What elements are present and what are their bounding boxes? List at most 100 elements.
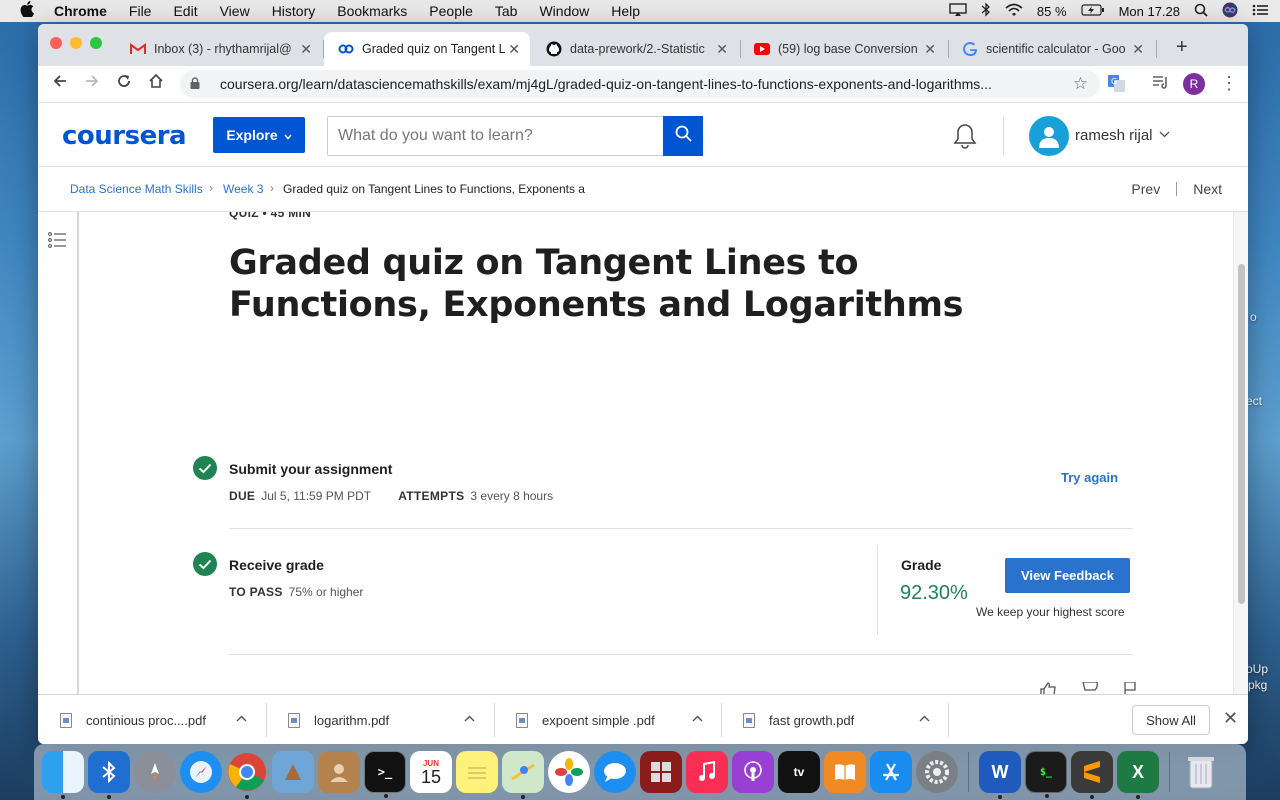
- airplay-icon[interactable]: [949, 2, 967, 20]
- bookmark-star-icon[interactable]: ☆: [1073, 74, 1088, 94]
- address-bar[interactable]: coursera.org/learn/datasciencemathskills…: [180, 70, 1100, 98]
- finder-icon[interactable]: [42, 751, 84, 799]
- menu-chrome[interactable]: Chrome: [54, 3, 107, 19]
- bluetooth-icon[interactable]: [981, 2, 991, 20]
- lock-icon[interactable]: [190, 76, 208, 92]
- maps-icon[interactable]: [502, 751, 544, 799]
- new-tab-icon[interactable]: +: [1176, 36, 1188, 59]
- close-tab-icon[interactable]: ✕: [508, 41, 520, 58]
- chrome-icon[interactable]: [226, 751, 268, 799]
- menubar-clock[interactable]: Mon 17.28: [1119, 4, 1180, 19]
- calendar-icon[interactable]: JUN 15: [410, 751, 452, 793]
- user-name[interactable]: ramesh rijal: [1075, 127, 1153, 144]
- breadcrumb-course[interactable]: Data Science Math Skills: [70, 182, 203, 196]
- tab-coursera[interactable]: Graded quiz on Tangent L ✕: [324, 32, 530, 66]
- home-icon[interactable]: [145, 73, 167, 94]
- close-tab-icon[interactable]: ✕: [300, 41, 312, 58]
- tab-gmail[interactable]: Inbox (3) - rhythamrijal@ ✕: [116, 32, 322, 66]
- zoom-window-button[interactable]: [90, 37, 102, 49]
- close-tab-icon[interactable]: ✕: [1132, 41, 1144, 58]
- download-item[interactable]: logarithm.pdf: [266, 695, 493, 744]
- microsoft-word-icon[interactable]: W: [979, 751, 1021, 799]
- course-outline-icon[interactable]: [48, 232, 66, 253]
- messages-icon[interactable]: [594, 751, 636, 793]
- more-menu-icon[interactable]: ⋮: [1220, 73, 1238, 94]
- preview-icon[interactable]: [272, 751, 314, 793]
- show-all-downloads-button[interactable]: Show All: [1132, 705, 1210, 735]
- scrollbar[interactable]: [1233, 212, 1248, 694]
- safari-icon[interactable]: [180, 751, 222, 793]
- chevron-up-icon[interactable]: [464, 711, 475, 725]
- apple-icon[interactable]: [20, 1, 36, 21]
- trash-icon[interactable]: [1180, 751, 1222, 793]
- wifi-icon[interactable]: [1005, 3, 1023, 20]
- system-preferences-icon[interactable]: [916, 751, 958, 793]
- close-tab-icon[interactable]: ✕: [716, 41, 728, 58]
- close-window-button[interactable]: [50, 37, 62, 49]
- chevron-down-icon[interactable]: [1159, 127, 1170, 141]
- download-item[interactable]: expoent simple .pdf: [494, 695, 721, 744]
- control-center-icon[interactable]: [1252, 3, 1268, 19]
- podcasts-icon[interactable]: [732, 751, 774, 793]
- chevron-up-icon[interactable]: [236, 711, 247, 725]
- notifications-bell-icon[interactable]: [953, 123, 977, 154]
- menu-bookmarks[interactable]: Bookmarks: [337, 3, 407, 19]
- next-link[interactable]: Next: [1193, 181, 1222, 197]
- back-icon[interactable]: [49, 73, 71, 94]
- chevron-up-icon[interactable]: [919, 711, 930, 725]
- menu-window[interactable]: Window: [539, 3, 589, 19]
- scrollbar-thumb[interactable]: [1238, 264, 1245, 604]
- download-item[interactable]: continious proc....pdf: [38, 695, 265, 744]
- tab-divider: [1156, 40, 1157, 58]
- search-input[interactable]: [328, 117, 664, 155]
- thumbs-up-icon[interactable]: [1039, 682, 1057, 694]
- photo-booth-icon[interactable]: [640, 751, 682, 793]
- menu-view[interactable]: View: [220, 3, 250, 19]
- apple-tv-icon[interactable]: tv: [778, 751, 820, 793]
- sublime-text-icon[interactable]: [1071, 751, 1113, 799]
- try-again-link[interactable]: Try again: [1061, 470, 1118, 485]
- search-button[interactable]: [663, 116, 703, 156]
- bluetooth-file-exchange-icon[interactable]: [88, 751, 130, 799]
- close-icon[interactable]: ✕: [1223, 708, 1238, 729]
- contacts-icon[interactable]: [318, 751, 360, 793]
- close-tab-icon[interactable]: ✕: [924, 41, 936, 58]
- chevron-up-icon[interactable]: [692, 711, 703, 725]
- books-icon[interactable]: [824, 751, 866, 793]
- menu-tab[interactable]: Tab: [495, 3, 518, 19]
- menu-help[interactable]: Help: [611, 3, 640, 19]
- spotlight-search-icon[interactable]: [1194, 3, 1208, 20]
- view-feedback-button[interactable]: View Feedback: [1005, 558, 1130, 593]
- music-icon[interactable]: [686, 751, 728, 793]
- launchpad-icon[interactable]: [134, 751, 176, 793]
- app-store-icon[interactable]: [870, 751, 912, 793]
- prev-link[interactable]: Prev: [1131, 181, 1160, 197]
- photos-icon[interactable]: [548, 751, 590, 793]
- menu-edit[interactable]: Edit: [173, 3, 197, 19]
- tab-youtube[interactable]: (59) log base Conversion ✕: [740, 32, 946, 66]
- siri-icon[interactable]: [1222, 2, 1238, 21]
- explore-button[interactable]: Explore: [213, 117, 305, 153]
- tab-google[interactable]: scientific calculator - Goo ✕: [948, 32, 1154, 66]
- menu-people[interactable]: People: [429, 3, 473, 19]
- flag-icon[interactable]: [1123, 681, 1137, 694]
- thumbs-down-icon[interactable]: [1081, 681, 1099, 694]
- breadcrumb-week[interactable]: Week 3: [223, 182, 263, 196]
- profile-avatar[interactable]: R: [1183, 73, 1205, 95]
- user-avatar[interactable]: [1029, 116, 1069, 156]
- forward-icon[interactable]: [81, 73, 103, 94]
- google-translate-icon[interactable]: G: [1108, 75, 1126, 96]
- download-item[interactable]: fast growth.pdf: [721, 695, 948, 744]
- minimize-window-button[interactable]: [70, 37, 82, 49]
- coursera-logo[interactable]: coursera: [62, 121, 187, 151]
- terminal-icon[interactable]: $_: [1025, 751, 1067, 798]
- menu-file[interactable]: File: [129, 3, 152, 19]
- battery-icon[interactable]: [1080, 3, 1105, 19]
- tab-github[interactable]: data-prework/2.-Statistic ✕: [532, 32, 738, 66]
- notes-icon[interactable]: [456, 751, 498, 793]
- terminal-icon[interactable]: >_: [364, 751, 406, 798]
- reload-icon[interactable]: [113, 73, 135, 94]
- media-queue-icon[interactable]: [1152, 75, 1170, 92]
- menu-history[interactable]: History: [272, 3, 316, 19]
- microsoft-excel-icon[interactable]: X: [1117, 751, 1159, 799]
